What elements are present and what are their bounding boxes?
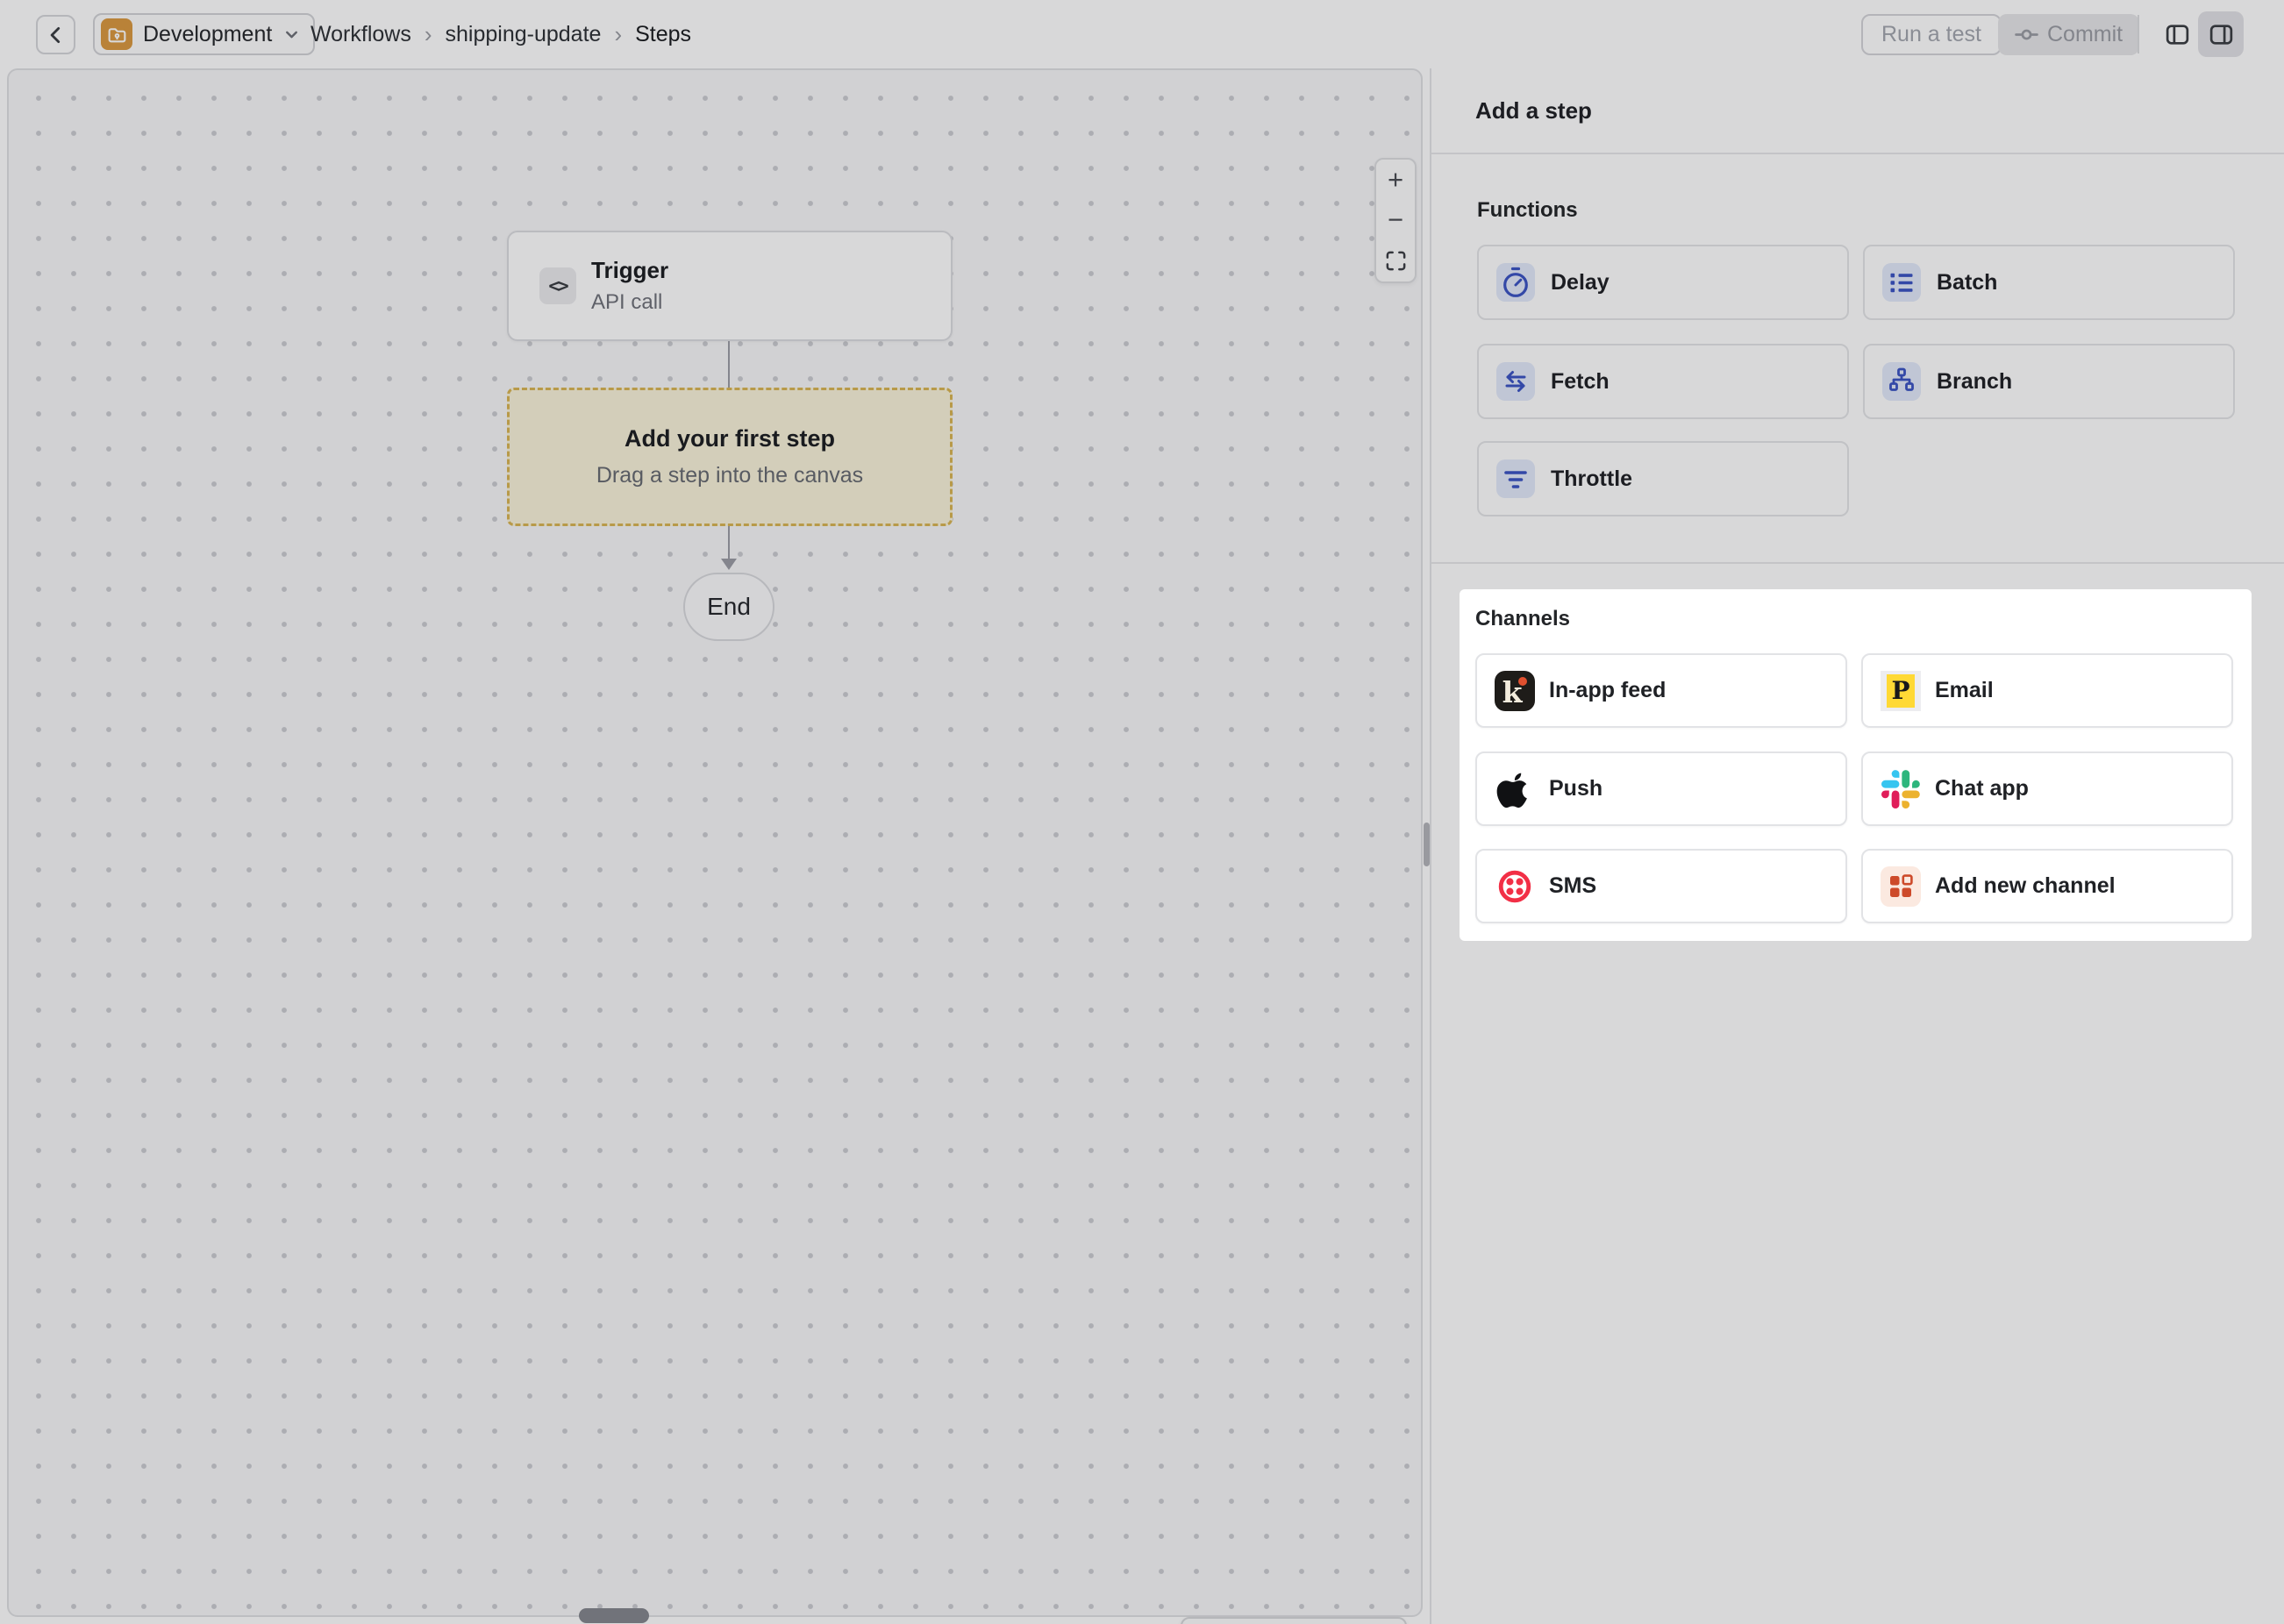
connector-arrowhead-icon [721,559,737,570]
breadcrumb-current-page: Steps [635,22,691,47]
channel-card-email[interactable]: P Email [1861,653,2233,728]
fit-view-icon [1384,249,1408,273]
toggle-right-panel-button[interactable] [2198,11,2244,57]
channel-card-chat-app[interactable]: Chat app [1861,751,2233,826]
vertical-scrollbar[interactable] [1424,823,1430,866]
panel-header: Add a step [1431,68,2284,154]
channels-section-spotlight: Channels k In-app feed P Email Push [1460,589,2252,941]
canvas-zoom-controls: + − [1374,158,1417,283]
panel-title: Add a step [1475,97,1592,125]
code-brackets-icon: <> [539,267,576,304]
toggle-left-panel-button[interactable] [2158,15,2196,53]
trigger-node[interactable]: <> Trigger API call [507,231,953,341]
panel-section-divider [1431,562,2284,564]
run-a-test-button[interactable]: Run a test [1861,14,2002,55]
commit-label: Commit [2047,22,2123,47]
trigger-node-text: Trigger API call [591,257,668,315]
apple-logo-icon [1495,769,1535,809]
function-card-delay[interactable]: Delay [1477,245,1849,320]
channel-card-in-app-feed[interactable]: k In-app feed [1475,653,1847,728]
filter-lines-icon [1496,459,1535,498]
dropzone-subtitle: Drag a step into the canvas [596,463,863,488]
add-channel-blocks-icon [1881,866,1921,907]
knock-logo-icon: k [1495,671,1535,711]
channel-card-add-new[interactable]: Add new channel [1861,849,2233,923]
function-card-throttle[interactable]: Throttle [1477,441,1849,516]
toolbar-divider [2138,15,2139,53]
functions-section-label: Functions [1477,198,1578,223]
channel-card-sms[interactable]: SMS [1475,849,1847,923]
list-icon [1882,263,1921,302]
zoom-out-button[interactable]: − [1376,200,1415,240]
breadcrumb-workflow-name[interactable]: shipping-update [446,22,602,47]
arrows-swap-icon [1496,362,1535,401]
fit-view-button[interactable] [1376,241,1415,281]
chevron-down-icon [282,25,301,44]
environment-selector[interactable]: Development [93,13,315,55]
end-node[interactable]: End [683,573,774,641]
workflow-canvas[interactable]: <> Trigger API call Add your first step … [7,68,1423,1617]
channel-card-push[interactable]: Push [1475,751,1847,826]
add-first-step-dropzone[interactable]: Add your first step Drag a step into the… [507,388,953,526]
breadcrumb-separator: › [425,21,432,48]
connector-line [728,341,730,388]
postmark-logo-icon: P [1881,671,1921,711]
environment-label: Development [143,22,272,47]
environment-folder-icon [101,18,132,50]
zoom-in-button[interactable]: + [1376,160,1415,200]
function-card-batch[interactable]: Batch [1863,245,2235,320]
sidebar-right-icon [2208,21,2235,48]
knock-dot [1518,677,1527,686]
toggle-controls-button[interactable]: Toggle controls K [1181,1617,1407,1624]
breadcrumb-separator: › [614,21,622,48]
horizontal-scrollbar[interactable] [579,1608,649,1623]
connector-line [728,526,730,561]
breadcrumb-workflows[interactable]: Workflows [310,22,411,47]
breadcrumb: Workflows › shipping-update › Steps [310,0,691,68]
commit-button[interactable]: Commit [1998,14,2139,55]
dropzone-title: Add your first step [625,425,835,452]
function-card-branch[interactable]: Branch [1863,344,2235,419]
twilio-logo-icon [1495,866,1535,907]
trigger-node-subtitle: API call [591,290,668,315]
chevron-left-icon [45,24,68,46]
top-bar: Development Workflows › shipping-update … [0,0,2284,68]
function-card-fetch[interactable]: Fetch [1477,344,1849,419]
sidebar-left-icon [2164,21,2191,48]
git-commit-icon [2015,23,2038,46]
channels-section-label: Channels [1475,607,1570,631]
slack-logo-icon [1881,769,1921,809]
sitemap-icon [1882,362,1921,401]
trigger-node-title: Trigger [591,257,668,284]
back-button[interactable] [36,15,75,54]
stopwatch-icon [1496,263,1535,302]
